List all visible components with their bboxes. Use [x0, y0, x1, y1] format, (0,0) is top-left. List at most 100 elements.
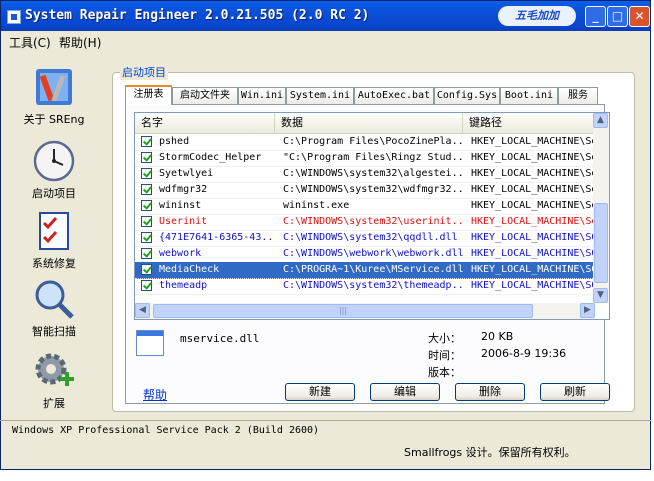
row-checkbox[interactable] [141, 232, 152, 243]
cell-name: Syetwlyei [159, 168, 214, 179]
cell-name: wdfmgr32 [159, 184, 208, 195]
vertical-scrollbar[interactable]: ▲ ▼ [593, 113, 609, 303]
col-keypath[interactable]: 键路径 [463, 113, 595, 133]
row-checkbox[interactable] [141, 248, 152, 259]
cell-keypath: HKEY_LOCAL_MACHINE\SOF [471, 280, 595, 291]
cell-keypath: HKEY_LOCAL_MACHINE\SOF [471, 248, 595, 259]
selected-filename: mservice.dll [180, 332, 260, 345]
scroll-left-icon[interactable]: ◀ [135, 303, 150, 318]
time-label: 时间： [428, 349, 461, 362]
tools-icon [36, 69, 72, 105]
cell-keypath: HKEY_LOCAL_MACHINE\Sof [471, 200, 595, 211]
nav-startup[interactable]: 启动项目 [11, 139, 97, 201]
table-row[interactable]: Userinit C:\WINDOWS\system32\userinit... H… [135, 214, 595, 231]
cell-data: C:\Program Files\PocoZinePla... [283, 136, 463, 147]
maximize-button[interactable]: □ [607, 6, 628, 27]
minimize-button[interactable]: _ [585, 6, 606, 27]
nav-scan[interactable]: 智能扫描 [11, 277, 97, 339]
table-row[interactable]: themeadp C:\WINDOWS\system32\themeadp... H… [135, 278, 595, 295]
cell-data: "C:\Program Files\Ringz Stud... [283, 152, 463, 163]
cell-keypath: HKEY_LOCAL_MACHINE\Sof [471, 168, 595, 179]
cell-data: C:\WINDOWS\system32\qqdll.dll [283, 232, 458, 243]
cell-keypath: HKEY_LOCAL_MACHINE\Sof [471, 152, 595, 163]
cell-name: MediaCheck [159, 264, 220, 275]
cell-name: StormCodec_Helper [159, 152, 262, 163]
scroll-right-icon[interactable]: ▶ [580, 303, 595, 318]
file-icon [136, 330, 164, 356]
row-checkbox[interactable] [141, 152, 152, 163]
tab-autoexec-bat[interactable]: AutoExec.bat [354, 87, 434, 104]
table-row[interactable]: wininst wininst.exe HKEY_LOCAL_MACHINE\Sof [135, 198, 595, 215]
scroll-thumb[interactable] [594, 203, 608, 283]
cell-data: C:\PROGRA~1\Kuree\MService.dll [283, 264, 463, 275]
brand-logo: 五毛加加 [498, 6, 576, 26]
col-name[interactable]: 名字 [135, 113, 275, 133]
cell-name: Userinit [159, 216, 208, 227]
cell-data: wininst.exe [283, 200, 350, 211]
table-row[interactable]: MediaCheck C:\PROGRA~1\Kuree\MService.dll… [135, 262, 595, 279]
row-checkbox[interactable] [141, 200, 152, 211]
size-label: 大小： [428, 332, 461, 345]
row-checkbox[interactable] [141, 264, 152, 275]
nav-repair-label: 系统修复 [32, 257, 76, 270]
table-row[interactable]: webwork C:\WINDOWS\webwork\webwork.dll HKE… [135, 246, 595, 263]
scroll-up-icon[interactable]: ▲ [593, 113, 608, 128]
help-link[interactable]: 帮助 [143, 386, 167, 403]
cell-keypath: HKEY_LOCAL_MACHINE\Sof [471, 184, 595, 195]
tab-startup-folder[interactable]: 启动文件夹 [172, 87, 238, 104]
cell-name: pshed [159, 136, 190, 147]
cell-keypath: HKEY_LOCAL_MACHINE\Sof [471, 216, 595, 227]
window-title: System Repair Engineer 2.0.21.505 (2.0 R… [25, 8, 370, 23]
tab-win-ini[interactable]: Win.ini [238, 87, 286, 104]
horizontal-scrollbar[interactable]: ◀ ||| ▶ [135, 303, 595, 319]
nav-repair[interactable]: 系统修复 [11, 209, 97, 271]
refresh-button[interactable]: 刷新 [540, 383, 610, 401]
cell-data: C:\WINDOWS\webwork\webwork.dll [283, 248, 463, 259]
col-data[interactable]: 数据 [275, 113, 463, 133]
nav-extend-label: 扩展 [43, 397, 65, 410]
row-checkbox[interactable] [141, 136, 152, 147]
clock-icon [33, 140, 75, 182]
table-row[interactable]: pshed C:\Program Files\PocoZinePla... HKEY… [135, 134, 595, 151]
nav-extend[interactable]: 扩展 [11, 349, 97, 411]
tab-config-sys[interactable]: Config.Sys [434, 87, 500, 104]
table-row[interactable]: {471E7641-6365-43... C:\WINDOWS\system32\… [135, 230, 595, 247]
row-checkbox[interactable] [141, 216, 152, 227]
tab-boot-ini[interactable]: Boot.ini [500, 87, 558, 104]
menu-tools[interactable]: 工具(C) [9, 34, 51, 51]
scroll-hthumb[interactable]: ||| [153, 304, 533, 318]
nav-about-label: 关于 SREng [23, 113, 85, 126]
nav-about[interactable]: 关于 SREng [11, 65, 97, 127]
status-os: Windows XP Professional Service Pack 2 (… [0, 420, 651, 443]
row-checkbox[interactable] [141, 184, 152, 195]
row-checkbox[interactable] [141, 168, 152, 179]
new-button[interactable]: 新建 [285, 383, 355, 401]
table-row[interactable]: wdfmgr32 C:\WINDOWS\system32\wdfmgr32... H… [135, 182, 595, 199]
table-row[interactable]: Syetwlyei C:\WINDOWS\system32\algestei...… [135, 166, 595, 183]
app-icon [7, 10, 21, 24]
tab-services[interactable]: 服务 [558, 87, 598, 104]
menu-help[interactable]: 帮助(H) [59, 34, 101, 51]
menu-bar: 工具(C) 帮助(H) [1, 31, 650, 51]
cell-keypath: HKEY_LOCAL_MACHINE\SOF [471, 264, 595, 275]
delete-button[interactable]: 删除 [455, 383, 525, 401]
magnifier-icon [35, 280, 74, 319]
cell-data: C:\WINDOWS\system32\userinit... [283, 216, 463, 227]
nav-startup-label: 启动项目 [32, 187, 76, 200]
credit-text: Smallfrogs 设计。保留所有权利。 [404, 446, 576, 459]
group-title: 启动项目 [120, 64, 168, 80]
edit-button[interactable]: 编辑 [370, 383, 440, 401]
row-checkbox[interactable] [141, 280, 152, 291]
version-label: 版本： [428, 366, 461, 379]
close-button[interactable]: ✕ [629, 6, 650, 27]
table-row[interactable]: StormCodec_Helper "C:\Program Files\Ringz… [135, 150, 595, 167]
nav-scan-label: 智能扫描 [32, 325, 76, 338]
scroll-down-icon[interactable]: ▼ [593, 288, 608, 303]
tab-registry[interactable]: 注册表 [125, 85, 172, 105]
checklist-icon [39, 212, 69, 250]
tab-system-ini[interactable]: System.ini [286, 87, 354, 104]
title-bar[interactable]: System Repair Engineer 2.0.21.505 (2.0 R… [1, 1, 650, 31]
tab-strip: 注册表 启动文件夹 Win.ini System.ini AutoExec.ba… [125, 85, 605, 105]
cell-data: C:\WINDOWS\system32\wdfmgr32... [283, 184, 463, 195]
startup-listview[interactable]: 名字 数据 键路径 pshed C:\Program Files\PocoZine… [134, 112, 610, 320]
